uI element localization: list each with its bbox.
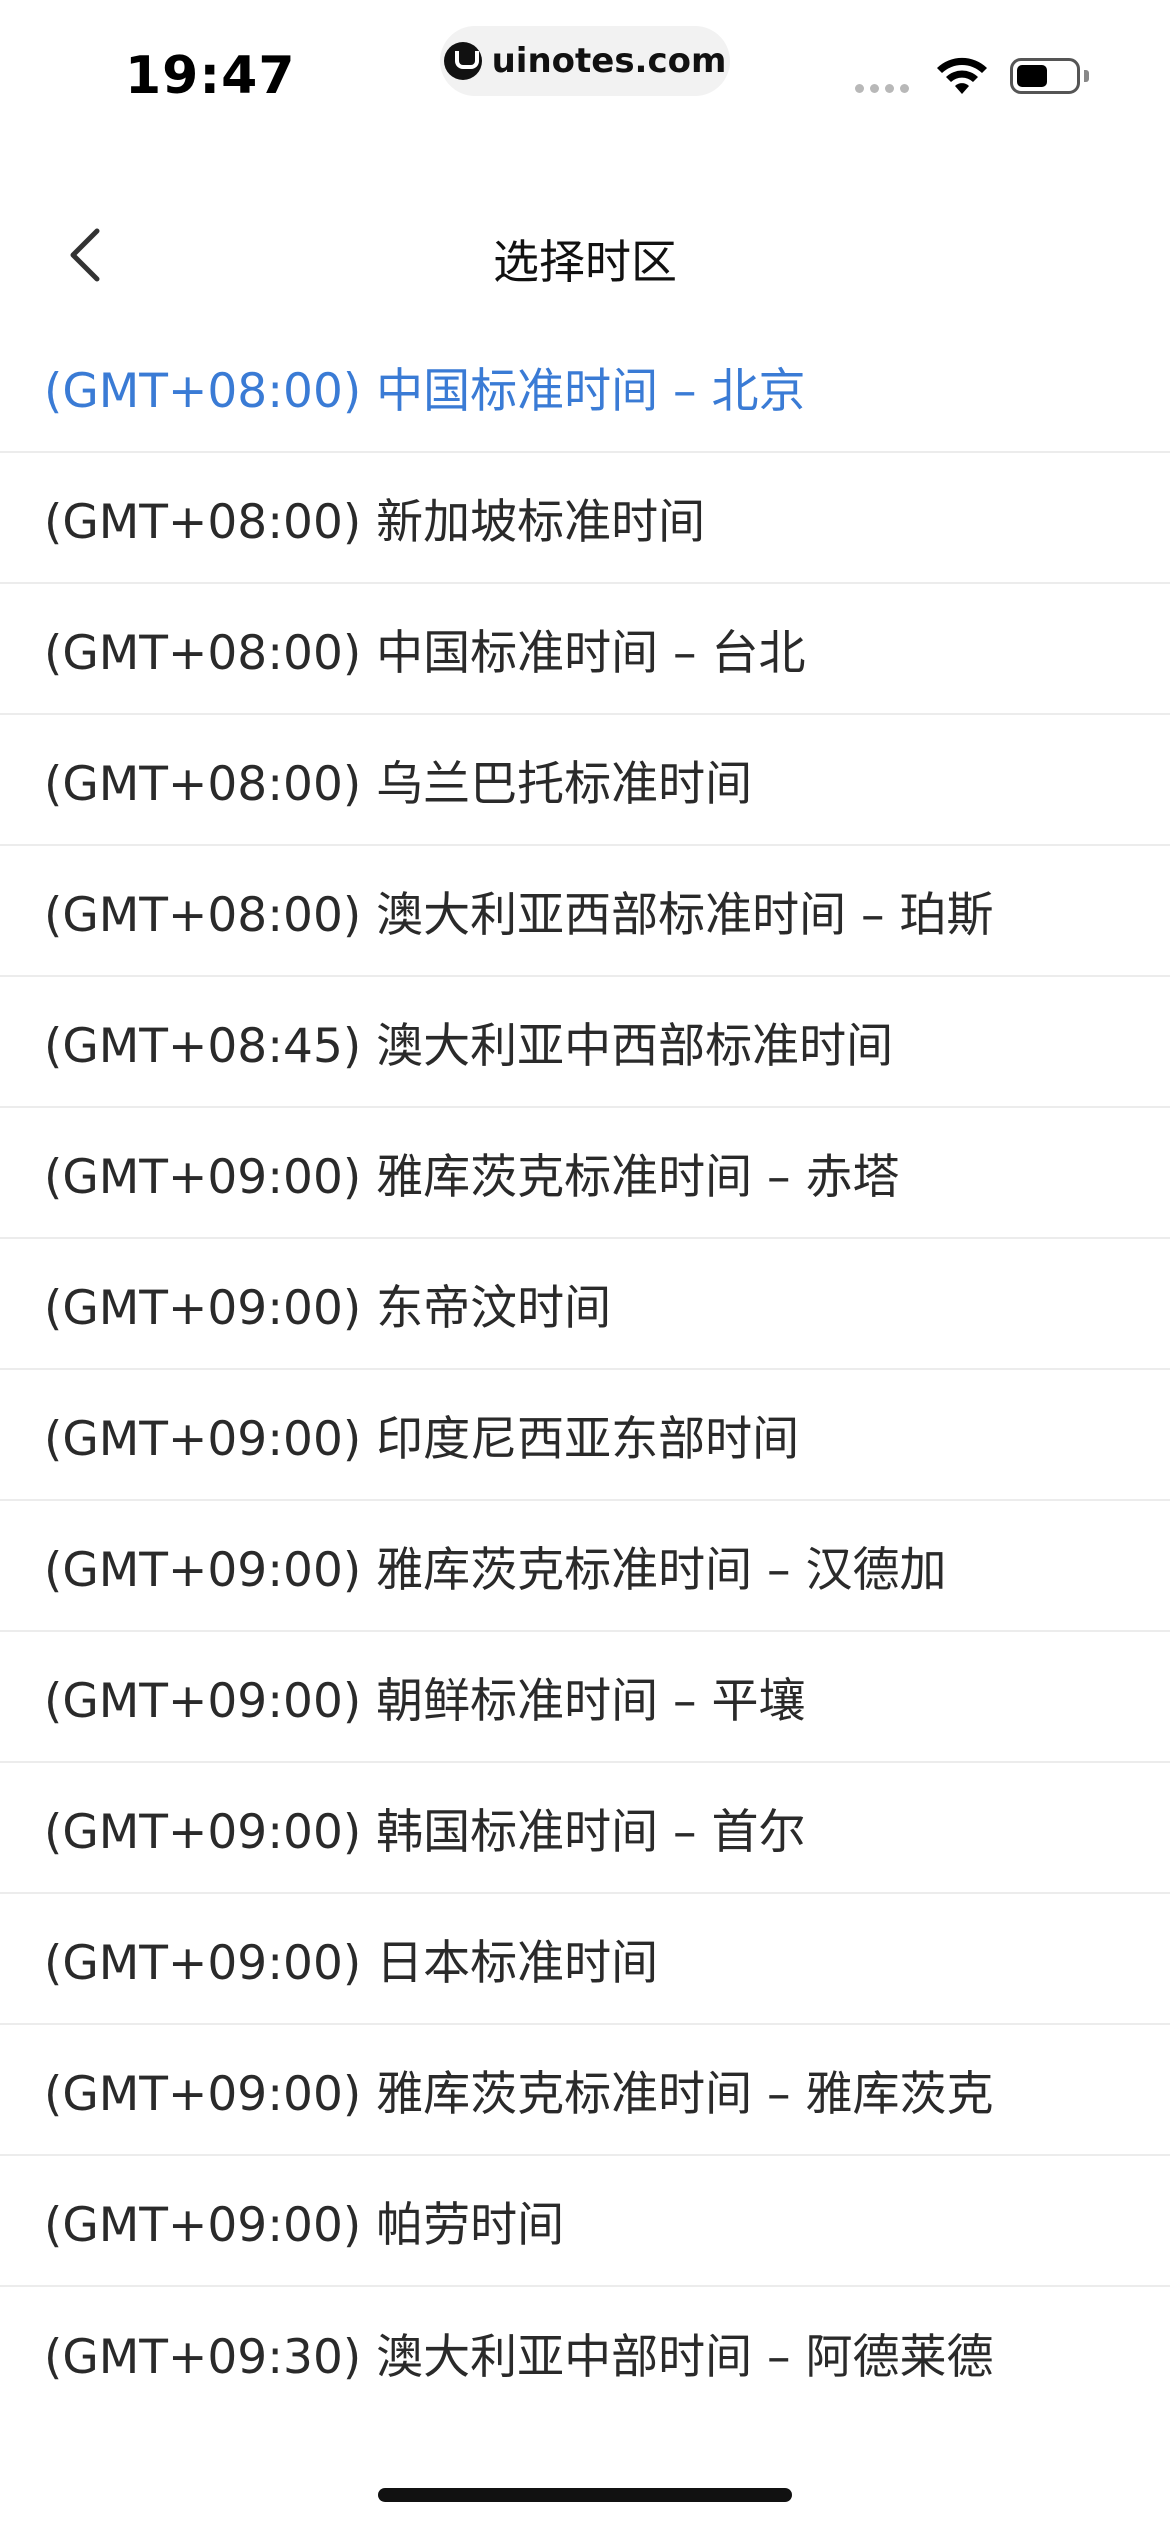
timezone-item[interactable]: (GMT+08:00) 乌兰巴托标准时间	[0, 715, 1170, 846]
url-text: uinotes.com	[491, 41, 727, 81]
timezone-list: (GMT+08:00) 中国标准时间 – 北京 (GMT+08:00) 新加坡标准…	[0, 322, 1170, 2418]
navigation-bar: 选择时区	[0, 190, 1170, 320]
timezone-item[interactable]: (GMT+08:00) 澳大利亚西部标准时间 – 珀斯	[0, 846, 1170, 977]
timezone-item[interactable]: (GMT+09:00) 朝鲜标准时间 – 平壤	[0, 1632, 1170, 1763]
timezone-item[interactable]: (GMT+09:00) 帕劳时间	[0, 2156, 1170, 2287]
cellular-signal-icon	[855, 84, 909, 93]
timezone-item[interactable]: (GMT+09:00) 雅库茨克标准时间 – 赤塔	[0, 1108, 1170, 1239]
timezone-item[interactable]: (GMT+09:00) 东帝汶时间	[0, 1239, 1170, 1370]
timezone-item[interactable]: (GMT+09:00) 韩国标准时间 – 首尔	[0, 1763, 1170, 1894]
status-time: 19:47	[125, 46, 296, 106]
url-pill[interactable]: uinotes.com	[440, 26, 730, 96]
page-title: 选择时区	[493, 235, 677, 289]
site-logo-icon	[443, 42, 482, 80]
timezone-item[interactable]: (GMT+09:30) 澳大利亚中部时间 – 阿德莱德	[0, 2287, 1170, 2418]
timezone-item[interactable]: (GMT+09:00) 日本标准时间	[0, 1894, 1170, 2025]
timezone-item[interactable]: (GMT+08:00) 新加坡标准时间	[0, 453, 1170, 584]
wifi-icon	[937, 57, 987, 94]
timezone-item[interactable]: (GMT+09:00) 雅库茨克标准时间 – 雅库茨克	[0, 2025, 1170, 2156]
status-bar: 19:47 uinotes.com	[0, 0, 1170, 140]
timezone-item[interactable]: (GMT+08:45) 澳大利亚中西部标准时间	[0, 977, 1170, 1108]
timezone-item-selected[interactable]: (GMT+08:00) 中国标准时间 – 北京	[0, 322, 1170, 453]
battery-tip	[1084, 70, 1089, 82]
timezone-item[interactable]: (GMT+08:00) 中国标准时间 – 台北	[0, 584, 1170, 715]
home-indicator[interactable]	[378, 2488, 792, 2502]
timezone-item[interactable]: (GMT+09:00) 雅库茨克标准时间 – 汉德加	[0, 1501, 1170, 1632]
battery-icon	[1010, 58, 1080, 94]
timezone-item[interactable]: (GMT+09:00) 印度尼西亚东部时间	[0, 1370, 1170, 1501]
